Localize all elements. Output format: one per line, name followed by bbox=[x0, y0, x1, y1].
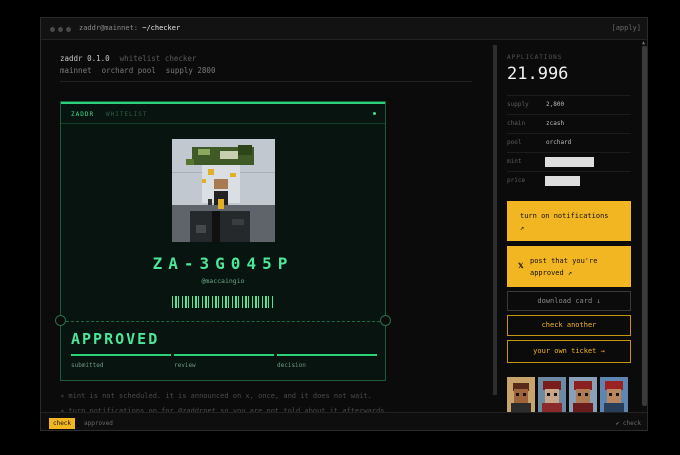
barcode-icon bbox=[172, 296, 275, 308]
window-title: zaddr@mainnet: ~/checker bbox=[79, 24, 180, 32]
ticket-notch-right bbox=[380, 315, 391, 326]
download-card-button[interactable]: download card ↓ bbox=[507, 291, 631, 311]
external-link-icon: ↗ bbox=[520, 224, 525, 232]
stat-chain: chain zcash bbox=[507, 114, 631, 133]
applications-count: 21.996 bbox=[507, 64, 569, 84]
gallery-thumb-4[interactable] bbox=[600, 377, 628, 412]
app-name: zaddr 0.1.0 bbox=[60, 54, 110, 63]
stat-value: zcash bbox=[546, 120, 565, 127]
check-tab[interactable]: check bbox=[49, 418, 75, 429]
ticket-id: ZA-3G045P bbox=[152, 254, 294, 273]
maximize-dot-icon[interactable] bbox=[66, 27, 71, 32]
x-logo-icon: 𝕏 bbox=[518, 262, 524, 270]
app-info: zaddr 0.1.0 whitelist checker bbox=[60, 54, 196, 63]
sidebar-scrollbar-thumb[interactable] bbox=[642, 46, 647, 406]
stat-mint: mint bbox=[507, 152, 631, 171]
card-header-divider bbox=[61, 123, 385, 124]
step-bar bbox=[174, 354, 274, 356]
stat-key: price bbox=[507, 177, 526, 184]
notifications-button-label: turn on notifications bbox=[520, 212, 609, 220]
user-handle: @maccaingio bbox=[201, 277, 245, 285]
stat-supply: supply 2,800 bbox=[507, 95, 631, 114]
gallery-thumb-1[interactable] bbox=[507, 377, 535, 412]
stat-value: 2,800 bbox=[546, 101, 565, 108]
ticket-notch-left bbox=[55, 315, 66, 326]
status-dot-icon bbox=[373, 112, 376, 115]
approval-status: APPROVED bbox=[71, 330, 160, 348]
step-bar bbox=[277, 354, 377, 356]
perforation-line bbox=[61, 321, 385, 322]
status-check: ✔ check bbox=[615, 420, 641, 427]
stat-price: price bbox=[507, 171, 631, 190]
post-approval-button[interactable]: 𝕏 post that you're approved ↗ bbox=[507, 246, 631, 287]
own-ticket-button[interactable]: your own ticket → bbox=[507, 340, 631, 363]
close-dot-icon[interactable] bbox=[50, 27, 55, 32]
status-bar: check approved ✔ check bbox=[41, 412, 647, 430]
header-divider bbox=[60, 81, 472, 82]
applications-label: APPLICATIONS bbox=[507, 54, 563, 61]
step-bar bbox=[71, 354, 171, 356]
step-review: review bbox=[174, 354, 274, 374]
stat-key: mint bbox=[507, 158, 522, 165]
status-approved: approved bbox=[84, 420, 113, 427]
network-label: mainnet bbox=[60, 66, 92, 75]
card-accent-bar bbox=[61, 102, 385, 104]
main-scrollbar-thumb[interactable] bbox=[493, 45, 497, 395]
progress-steps: submitted review decision bbox=[71, 354, 377, 374]
post-button-label-2: approved ↗ bbox=[530, 269, 573, 277]
step-decision: decision bbox=[277, 354, 377, 374]
post-button-label: post that you're bbox=[530, 257, 598, 265]
title-user: zaddr@mainnet: bbox=[79, 24, 139, 32]
network-info: mainnet orchard pool supply 2800 bbox=[60, 66, 215, 75]
supply-label: supply 2800 bbox=[165, 66, 216, 75]
pixel-avatar bbox=[172, 139, 275, 242]
whitelist-ticket-card: ZADDR WHITELIST ZA-3G045P @maccaingio AP… bbox=[55, 101, 391, 381]
check-another-button[interactable]: check another bbox=[507, 315, 631, 336]
step-label: decision bbox=[277, 362, 306, 369]
step-submitted: submitted bbox=[71, 354, 171, 374]
apply-button[interactable]: [apply] bbox=[611, 24, 641, 32]
title-path: ~/checker bbox=[142, 24, 181, 32]
card-tag: WHITELIST bbox=[106, 111, 148, 118]
price-redacted-value bbox=[545, 176, 580, 186]
mint-redacted-value bbox=[545, 157, 594, 167]
minimize-dot-icon[interactable] bbox=[58, 27, 63, 32]
note-mint-schedule: ∗ mint is not scheduled. it is announced… bbox=[60, 392, 372, 400]
terminal-window: zaddr@mainnet: ~/checker [apply] zaddr 0… bbox=[40, 17, 648, 431]
stat-key: supply bbox=[507, 101, 529, 108]
sidebar-scrollbar[interactable]: ▲ bbox=[641, 40, 647, 412]
notifications-button[interactable]: turn on notifications ↗ bbox=[507, 201, 631, 241]
card-brand: ZADDR bbox=[71, 111, 95, 118]
stat-value: orchard bbox=[546, 139, 572, 146]
title-bar: zaddr@mainnet: ~/checker [apply] bbox=[41, 18, 647, 40]
pool-label: orchard pool bbox=[101, 66, 156, 75]
gallery-thumb-2[interactable] bbox=[538, 377, 566, 412]
main-scrollbar[interactable] bbox=[493, 45, 497, 395]
app-description: whitelist checker bbox=[119, 54, 197, 63]
step-label: submitted bbox=[71, 362, 104, 369]
step-label: review bbox=[174, 362, 196, 369]
stat-key: chain bbox=[507, 120, 526, 127]
stat-key: pool bbox=[507, 139, 522, 146]
gallery-thumb-3[interactable] bbox=[569, 377, 597, 412]
stat-pool: pool orchard bbox=[507, 133, 631, 152]
